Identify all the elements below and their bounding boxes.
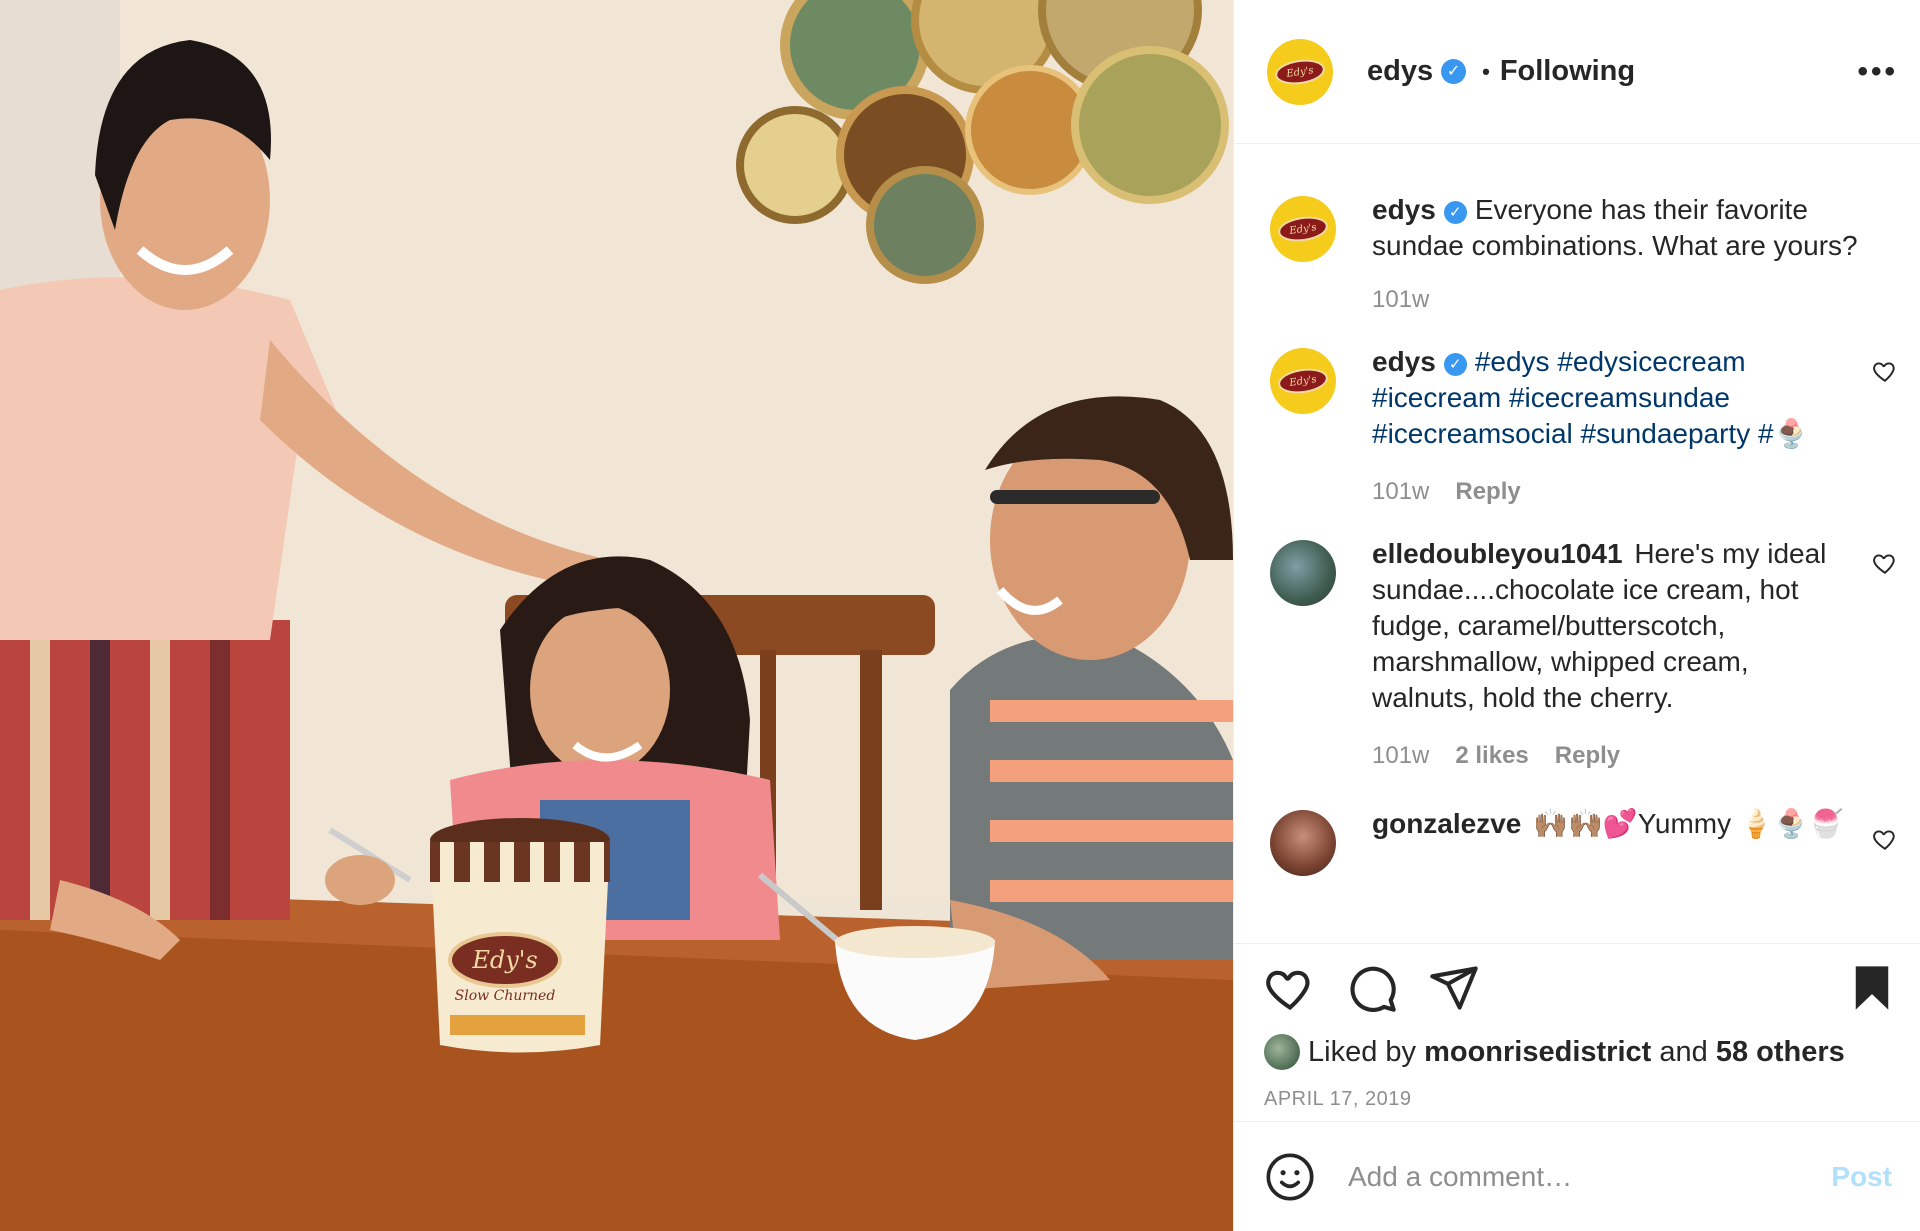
comment-item: gonzalezve 🙌🏽🙌🏽💕Yummy 🍦🍨🍧 bbox=[1270, 806, 1898, 876]
comment-text: edys ✓ #edys #edysicecream #icecream #icec… bbox=[1372, 344, 1854, 452]
separator-dot: • bbox=[1482, 58, 1490, 84]
comment-body: edys ✓ #edys #edysicecream #icecream #icec… bbox=[1372, 344, 1898, 506]
liker-avatar[interactable] bbox=[1264, 1034, 1300, 1070]
carton-sub-text: Slow Churned bbox=[455, 988, 556, 1004]
author-info: edys ✓ • Following bbox=[1367, 55, 1635, 88]
brand-logo: Edy's bbox=[1276, 365, 1330, 397]
post-photo-illustration: Edy's Slow Churned bbox=[0, 0, 1233, 1231]
more-options-icon[interactable]: ••• bbox=[1857, 55, 1898, 89]
comment-like-heart-icon[interactable] bbox=[1872, 550, 1898, 576]
comment-meta: 101w 2 likes Reply bbox=[1372, 742, 1854, 770]
brand-logo: Edy's bbox=[1276, 213, 1330, 245]
verified-badge-icon: ✓ bbox=[1441, 59, 1467, 84]
commenter-avatar[interactable]: Edy's bbox=[1270, 196, 1336, 262]
comment-like-heart-icon[interactable] bbox=[1872, 826, 1898, 852]
carton-brand-text: Edy's bbox=[471, 946, 537, 974]
comment-like-heart-icon[interactable] bbox=[1872, 358, 1898, 384]
commenter-avatar[interactable]: Edy's bbox=[1270, 348, 1336, 414]
verified-badge-icon: ✓ bbox=[1443, 353, 1467, 376]
post-actions: Liked by moonrisedistrict and 58 others … bbox=[1234, 943, 1920, 1121]
comment-item: elledoubleyou1041 Here's my ideal sundae… bbox=[1270, 536, 1898, 770]
comment-item: Edy's edys ✓ #edys #edysicecream #icecream… bbox=[1270, 344, 1898, 506]
hashtag-links[interactable]: #edys #edysicecream #icecream #icecreams… bbox=[1372, 346, 1808, 449]
commenter-avatar[interactable] bbox=[1270, 540, 1336, 606]
liked-by-user-link[interactable]: moonrisedistrict bbox=[1424, 1036, 1651, 1069]
ice-cream-carton: Edy's Slow Churned bbox=[430, 818, 610, 1053]
post-header: Edy's edys ✓ • Following ••• bbox=[1234, 0, 1920, 144]
comment-content: Everyone has their favorite sundae combi… bbox=[1372, 194, 1858, 261]
comment-username[interactable]: edys bbox=[1372, 346, 1436, 377]
comment-body: edys ✓ Everyone has their favorite sundae … bbox=[1372, 192, 1898, 314]
smiley-icon[interactable] bbox=[1264, 1151, 1316, 1203]
instagram-post-modal: Edy's Slow Churned Edy's edys ✓ • Follow… bbox=[0, 0, 1920, 1231]
following-button[interactable]: Following bbox=[1500, 55, 1635, 88]
author-avatar[interactable]: Edy's bbox=[1267, 38, 1333, 105]
post-side-panel: Edy's edys ✓ • Following ••• Edy's edys ✓… bbox=[1233, 0, 1920, 1231]
comment-username[interactable]: edys bbox=[1372, 194, 1436, 225]
post-photo: Edy's Slow Churned bbox=[0, 0, 1233, 1231]
action-icons-row bbox=[1264, 954, 1898, 1022]
comment-username[interactable]: gonzalezve bbox=[1372, 808, 1521, 839]
heart-icon[interactable] bbox=[1264, 962, 1316, 1014]
post-comment-button[interactable]: Post bbox=[1825, 1160, 1898, 1194]
comment-content: 🙌🏽🙌🏽💕Yummy 🍦🍨🍧 bbox=[1533, 808, 1844, 839]
author-username[interactable]: edys bbox=[1367, 55, 1433, 88]
comment-meta: 101w bbox=[1372, 286, 1898, 314]
likes-summary: Liked by moonrisedistrict and 58 others bbox=[1264, 1034, 1898, 1070]
comment-likes-count[interactable]: 2 likes bbox=[1455, 742, 1528, 770]
comments-list: Edy's edys ✓ Everyone has their favorite s… bbox=[1234, 144, 1920, 943]
comment-time[interactable]: 101w bbox=[1372, 286, 1429, 314]
reply-button[interactable]: Reply bbox=[1455, 478, 1520, 506]
comment-meta: 101w Reply bbox=[1372, 478, 1854, 506]
reply-button[interactable]: Reply bbox=[1555, 742, 1620, 770]
bookmark-icon[interactable] bbox=[1846, 962, 1898, 1014]
comment-username[interactable]: elledoubleyou1041 bbox=[1372, 538, 1623, 569]
caption-comment: Edy's edys ✓ Everyone has their favorite s… bbox=[1270, 192, 1898, 314]
brand-logo: Edy's bbox=[1273, 56, 1327, 87]
add-comment-input[interactable] bbox=[1346, 1159, 1826, 1194]
commenter-avatar[interactable] bbox=[1270, 810, 1336, 876]
comment-icon[interactable] bbox=[1346, 962, 1398, 1014]
likes-others-link[interactable]: 58 others bbox=[1716, 1036, 1845, 1069]
comment-time[interactable]: 101w bbox=[1372, 742, 1429, 770]
comment-time[interactable]: 101w bbox=[1372, 478, 1429, 506]
liked-by-prefix: Liked by bbox=[1308, 1035, 1417, 1068]
verified-badge-icon: ✓ bbox=[1443, 201, 1467, 224]
paper-plane-icon[interactable] bbox=[1428, 962, 1480, 1014]
comment-text: gonzalezve 🙌🏽🙌🏽💕Yummy 🍦🍨🍧 bbox=[1372, 806, 1854, 842]
post-date[interactable]: APRIL 17, 2019 bbox=[1264, 1088, 1898, 1111]
comment-text: edys ✓ Everyone has their favorite sundae … bbox=[1372, 192, 1898, 264]
comment-body: elledoubleyou1041 Here's my ideal sundae… bbox=[1372, 536, 1898, 770]
add-comment-bar: Post bbox=[1234, 1121, 1920, 1231]
liked-by-and: and bbox=[1659, 1035, 1708, 1068]
comment-body: gonzalezve 🙌🏽🙌🏽💕Yummy 🍦🍨🍧 bbox=[1372, 806, 1898, 842]
comment-text: elledoubleyou1041 Here's my ideal sundae… bbox=[1372, 536, 1854, 716]
